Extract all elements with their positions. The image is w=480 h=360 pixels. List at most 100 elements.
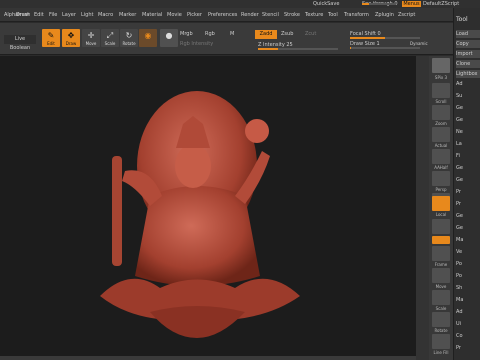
menu-draw[interactable]: Draw [16, 12, 29, 18]
tool-palette-item[interactable]: Pr [456, 189, 461, 195]
base-petal-shape [150, 306, 245, 338]
tool-palette-item[interactable]: Ge [456, 213, 463, 219]
menu-render[interactable]: Render [241, 12, 259, 18]
tool-palette-item[interactable]: Fi [456, 153, 460, 159]
move-view-button[interactable] [432, 268, 450, 283]
tool-palette-item[interactable]: Ui [456, 321, 461, 327]
draw-size-slider[interactable] [350, 47, 420, 49]
tool-palette-item[interactable]: Pr [456, 345, 461, 351]
scale-view-button[interactable] [432, 290, 450, 305]
orb-shape [245, 119, 269, 143]
tool-palette-item[interactable]: La [456, 141, 462, 147]
tool-palette-item[interactable]: Ge [456, 177, 463, 183]
menu-preferences[interactable]: Preferences [208, 12, 237, 18]
dynamic-toggle[interactable]: Dynamic [410, 41, 428, 46]
zcut-button[interactable]: Zcut [305, 31, 316, 37]
title-bar: QuickSave See-through 0 Menus DefaultZSc… [0, 0, 480, 8]
tool-palette-item[interactable]: Load [456, 31, 468, 37]
tool-palette-item[interactable]: Ne [456, 129, 463, 135]
move-button[interactable]: ✛ Move [82, 29, 100, 47]
material-sphere-icon: ● [165, 31, 173, 40]
tool-palette-title: Tool [456, 16, 468, 23]
quicksave-button[interactable]: QuickSave [313, 1, 339, 7]
move-icon: ✛ [87, 31, 95, 40]
m-button[interactable]: M [230, 31, 234, 37]
canvas-viewport[interactable] [0, 56, 416, 356]
edit-button[interactable]: ✎ Edit [42, 29, 60, 47]
aahalf-button[interactable] [432, 149, 450, 164]
focal-shift-slider[interactable] [350, 37, 420, 39]
edit-icon: ✎ [47, 31, 55, 40]
menu-stencil[interactable]: Stencil [262, 12, 279, 18]
rotate-button[interactable]: ↻ Rotate [120, 29, 138, 47]
zsub-button[interactable]: Zsub [281, 31, 293, 37]
tool-palette-item[interactable]: Ve [456, 249, 462, 255]
menu-texture[interactable]: Texture [305, 12, 323, 18]
linefill-button[interactable] [432, 334, 450, 349]
draw-button[interactable]: ✥ Draw [62, 29, 80, 47]
brush-thumbnail[interactable]: ◉ [139, 29, 157, 47]
tool-palette-item[interactable]: Ma [456, 237, 463, 243]
menus-toggle[interactable]: Menus [402, 1, 421, 7]
menu-macro[interactable]: Macro [98, 12, 113, 18]
menu-stroke[interactable]: Stroke [284, 12, 300, 18]
tool-palette-item[interactable]: Co [456, 333, 463, 339]
tool-palette-item[interactable]: Ge [456, 117, 463, 123]
viewport-bottom-bar [0, 356, 416, 360]
menu-movie[interactable]: Movie [167, 12, 182, 18]
tool-palette-item[interactable]: Ad [456, 309, 463, 315]
main-menu-bar: Alpha Brush Draw Edit File Layer Light M… [0, 8, 480, 22]
tool-palette-item[interactable]: Po [456, 273, 462, 279]
rotate-view-button[interactable] [432, 312, 450, 327]
menu-transform[interactable]: Transform [344, 12, 369, 18]
actual-button[interactable] [432, 127, 450, 142]
tool-palette-item[interactable]: Ge [456, 105, 463, 111]
tool-palette-item[interactable]: Ma [456, 297, 463, 303]
menu-material[interactable]: Material [142, 12, 162, 18]
head-shape [175, 144, 211, 188]
scale-button[interactable]: ⤢ Scale [101, 29, 119, 47]
menu-tool[interactable]: Tool [328, 12, 338, 18]
rgb-intensity-label[interactable]: Rgb Intensity [180, 41, 213, 47]
material-thumbnail[interactable]: ● [160, 29, 178, 47]
see-through-slider[interactable] [362, 3, 396, 5]
staff-shape [112, 156, 122, 266]
tool-palette-item[interactable]: Su [456, 93, 462, 99]
menu-zplugin[interactable]: Zplugin [375, 12, 394, 18]
bpr-button[interactable] [432, 58, 450, 73]
menu-picker[interactable]: Picker [187, 12, 202, 18]
tool-palette-item[interactable]: Copy [456, 41, 469, 47]
live-boolean-button[interactable]: Live Boolean [4, 35, 36, 51]
tool-palette-item[interactable]: Clone [456, 61, 470, 67]
local-button[interactable] [432, 196, 450, 211]
menu-light[interactable]: Light [81, 12, 93, 18]
default-zscript-button[interactable]: DefaultZScript [423, 1, 459, 7]
draw-icon: ✥ [67, 31, 75, 40]
menu-layer[interactable]: Layer [62, 12, 76, 18]
z-intensity-slider[interactable] [258, 48, 338, 50]
tool-palette-item[interactable]: Pr [456, 201, 461, 207]
zoom-button[interactable] [432, 105, 450, 120]
tool-palette-item[interactable]: Lightbox [456, 71, 478, 77]
menu-marker[interactable]: Marker [119, 12, 136, 18]
tool-palette-item[interactable]: Ad [456, 81, 463, 87]
scroll-button[interactable] [432, 83, 450, 98]
zadd-button[interactable]: Zadd [255, 30, 277, 39]
tool-palette-item[interactable]: Ge [456, 165, 463, 171]
persp-button[interactable] [432, 171, 450, 186]
menu-edit[interactable]: Edit [34, 12, 44, 18]
lsym-button[interactable] [432, 219, 450, 234]
sculpt-model[interactable] [0, 56, 416, 356]
tool-palette-item[interactable]: Import [456, 51, 473, 57]
frame-button[interactable] [432, 246, 450, 261]
rgb-button[interactable]: Rgb [205, 31, 215, 37]
menu-file[interactable]: File [49, 12, 57, 18]
menu-zscript[interactable]: Zscript [398, 12, 415, 18]
tool-palette-item[interactable]: Po [456, 261, 462, 267]
xyz-button[interactable] [432, 236, 450, 244]
mrgb-button[interactable]: Mrgb [180, 31, 193, 37]
tool-palette-item[interactable]: Sh [456, 285, 462, 291]
tool-palette-item[interactable]: Ge [456, 225, 463, 231]
spix-label[interactable]: SPix 3 [429, 75, 453, 80]
scale-icon: ⤢ [106, 31, 114, 40]
